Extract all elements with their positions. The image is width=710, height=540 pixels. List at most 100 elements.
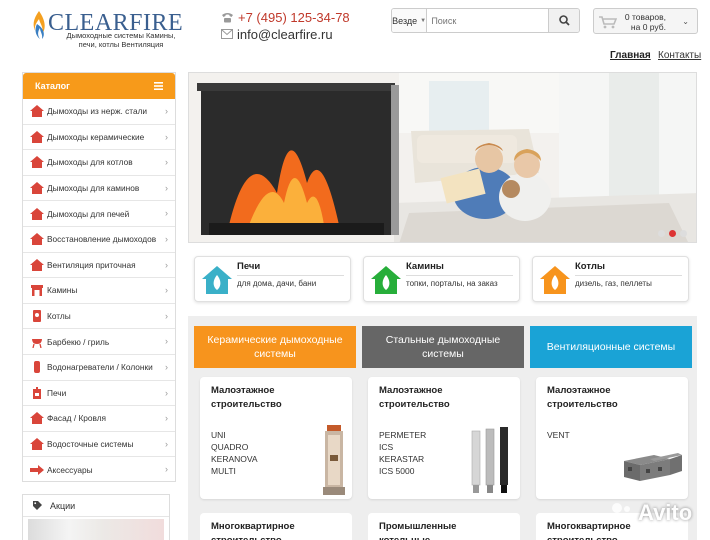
promo-box[interactable]: Акции — [22, 494, 170, 540]
card-product-list: PERMETER ICS KERASTAR ICS 5000 — [379, 429, 426, 477]
logo-tagline: Дымоходные системы Камины, печи, котлы В… — [66, 31, 176, 49]
nav-home-link[interactable]: Главная — [610, 50, 651, 61]
feature-divider — [406, 275, 513, 276]
catalog-item-label: Восстановление дымоходов — [47, 234, 157, 245]
catalog-item[interactable]: Фасад / Кровля › — [23, 406, 175, 432]
feature-title: Печи — [237, 261, 261, 272]
chevron-right-icon: › — [165, 208, 168, 219]
catalog-item[interactable]: Дымоходы из нерж. стали › — [23, 99, 175, 125]
cart-summary: 0 товаров, на 0 руб. — [620, 12, 666, 32]
chevron-right-icon: › — [165, 182, 168, 193]
catalog-item-label: Барбекю / гриль — [47, 336, 110, 347]
product-card-ceramic-lowrise[interactable]: Малоэтажное строительство UNI QUADRO KER… — [200, 377, 352, 499]
catalog-header[interactable]: Каталог — [23, 73, 175, 99]
flame-logo-icon — [33, 11, 45, 39]
catalog-item-label: Дымоходы для каминов — [47, 183, 140, 194]
feature-title: Камины — [406, 261, 444, 272]
catalog-item[interactable]: Печи › — [23, 381, 175, 407]
column-header-ventilation[interactable]: Вентиляционные системы — [530, 326, 692, 368]
feature-divider — [237, 275, 344, 276]
nav-contacts-link[interactable]: Контакты — [658, 50, 701, 61]
cart-count: 0 товаров, — [624, 12, 666, 22]
catalog-item[interactable]: Дымоходы для печей › — [23, 201, 175, 227]
promo-title: Акции — [50, 500, 76, 511]
house-icon — [30, 207, 44, 220]
house-flame-icon — [540, 266, 570, 294]
card-title: Малоэтажное строительство — [547, 385, 618, 410]
slider-dot[interactable] — [658, 230, 665, 237]
slider-dot-active[interactable] — [669, 230, 676, 237]
catalog-item-label: Фасад / Кровля — [47, 413, 107, 424]
product-name: VENT — [547, 430, 570, 440]
catalog-item[interactable]: Восстановление дымоходов › — [23, 227, 175, 253]
catalog-item[interactable]: Водосточные системы › — [23, 432, 175, 458]
chevron-right-icon: › — [165, 336, 168, 347]
product-card-ceramic-multistorey[interactable]: Многоквартирное строительство — [200, 513, 352, 540]
phone-row: +7 (495) 125-34-78 — [221, 9, 350, 25]
chevron-right-icon: › — [165, 361, 168, 372]
catalog-item-label: Дымоходы для котлов — [47, 157, 133, 168]
chevron-right-icon: › — [165, 106, 168, 116]
house-icon — [30, 233, 44, 246]
catalog-item[interactable]: Водонагреватели / Колонки › — [23, 355, 175, 381]
product-card-steel-lowrise[interactable]: Малоэтажное строительство PERMETER ICS K… — [368, 377, 520, 499]
feature-card-boilers[interactable]: Котлы дизель, газ, пеллеты — [532, 256, 689, 302]
product-card-vent-lowrise[interactable]: Малоэтажное строительство VENT — [536, 377, 688, 499]
phone-number[interactable]: +7 (495) 125-34-78 — [238, 10, 350, 25]
catalog-item[interactable]: Дымоходы керамические › — [23, 125, 175, 151]
email-address[interactable]: info@clearfire.ru — [237, 27, 333, 42]
hero-banner[interactable] — [188, 72, 697, 243]
boiler-icon — [33, 310, 41, 323]
catalog-item[interactable]: Котлы › — [23, 304, 175, 330]
chevron-right-icon: › — [165, 387, 168, 398]
catalog-item-label: Вентиляция приточная — [47, 259, 136, 270]
logo[interactable]: CLEARFIRE Дымоходные системы Камины, печ… — [30, 8, 183, 58]
promo-image[interactable] — [28, 519, 164, 540]
house-icon — [30, 130, 44, 143]
catalog-item[interactable]: Барбекю / гриль › — [23, 329, 175, 355]
chevron-right-icon: › — [165, 438, 168, 449]
feature-subtitle: дизель, газ, пеллеты — [575, 279, 652, 288]
feature-subtitle: для дома, дачи, бани — [237, 279, 317, 288]
catalog-item[interactable]: Вентиляция приточная › — [23, 253, 175, 279]
product-name: KERANOVA — [211, 454, 258, 464]
product-card-steel-industrial[interactable]: Промышленные котельные — [368, 513, 520, 540]
catalog-item-label: Аксессуары — [47, 465, 93, 476]
mail-icon — [221, 29, 233, 39]
chevron-right-icon: › — [165, 464, 168, 475]
catalog-title: Каталог — [35, 81, 70, 91]
catalog-item[interactable]: Аксессуары › — [23, 457, 175, 483]
slider-dot[interactable] — [680, 230, 687, 237]
chevron-right-icon: › — [165, 131, 168, 142]
catalog-item[interactable]: Дымоходы для котлов › — [23, 150, 175, 176]
cart-total: на 0 руб. — [630, 22, 666, 32]
product-name: PERMETER — [379, 430, 427, 440]
card-title: Промышленные котельные — [379, 521, 457, 540]
catalog-item[interactable]: Камины › — [23, 278, 175, 304]
search-button[interactable] — [548, 9, 579, 32]
arrow-icon — [30, 465, 44, 476]
catalog-item-label: Котлы — [47, 311, 71, 322]
feature-card-stoves[interactable]: Печи для дома, дачи, бани — [194, 256, 351, 302]
stove-icon — [33, 386, 41, 399]
column-header-steel[interactable]: Стальные дымоходные системы — [362, 326, 524, 368]
column-header-ceramic[interactable]: Керамические дымоходные системы — [194, 326, 356, 368]
catalog-item-label: Печи — [47, 387, 67, 398]
house-icon — [30, 105, 44, 118]
search-scope-select[interactable]: Везде ▼ — [392, 9, 428, 32]
email-row: info@clearfire.ru — [221, 26, 333, 42]
product-name: QUADRO — [211, 442, 249, 452]
cart-button[interactable]: 0 товаров, на 0 руб. ⌄ — [593, 8, 698, 34]
product-name: ICS 5000 — [379, 466, 415, 476]
watermark-text: Avito — [638, 500, 693, 525]
catalog-item-label: Дымоходы керамические — [47, 131, 145, 142]
feature-divider — [575, 275, 682, 276]
feature-card-fireplaces[interactable]: Камины топки, порталы, на заказ — [363, 256, 520, 302]
card-title: Малоэтажное строительство — [211, 385, 282, 410]
hamburger-menu-icon[interactable] — [154, 82, 163, 90]
catalog-item[interactable]: Дымоходы для каминов › — [23, 176, 175, 202]
search-input[interactable] — [427, 9, 549, 32]
catalog-item-label: Дымоходы для печей — [47, 208, 130, 219]
catalog-item-label: Водосточные системы — [47, 439, 134, 450]
card-title: Малоэтажное строительство — [379, 385, 450, 410]
